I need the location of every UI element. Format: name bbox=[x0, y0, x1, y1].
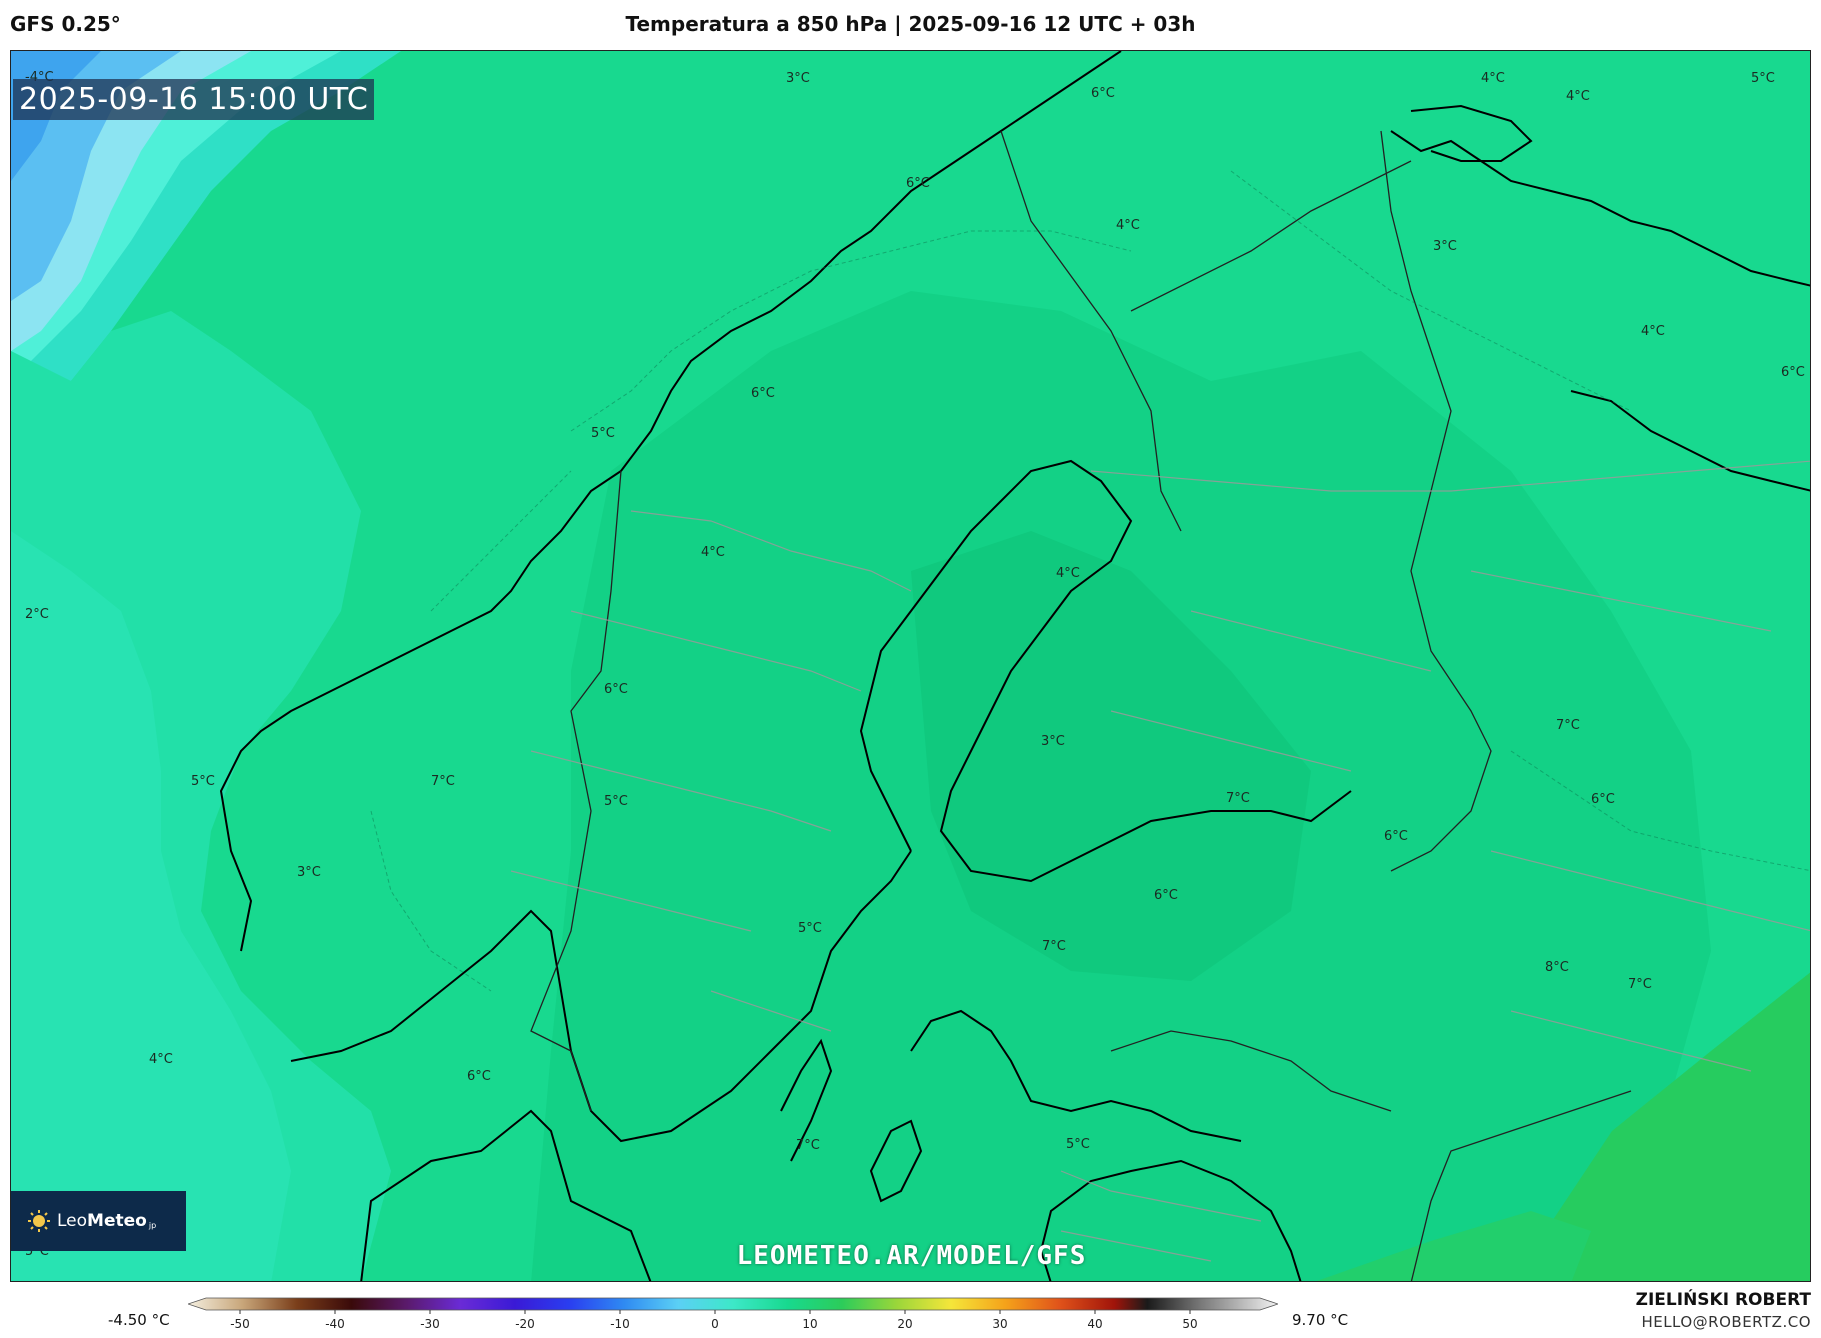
temperature-label: 6°C bbox=[1591, 792, 1615, 807]
colorbar-tick-label: -50 bbox=[230, 1317, 250, 1331]
temperature-map[interactable]: -4°C 3°C 6°C 4°C 4°C 5°C 6°C 4°C 3°C 4°C… bbox=[11, 51, 1811, 1282]
temperature-label: 4°C bbox=[1481, 71, 1505, 86]
temperature-label: 3°C bbox=[786, 71, 810, 86]
watermark-url: LEOMETEO.AR/MODEL/GFS bbox=[736, 1241, 1087, 1271]
temperature-label: 6°C bbox=[906, 176, 930, 191]
author-name: ZIELIŃSKI ROBERT bbox=[1635, 1290, 1811, 1310]
temperature-label: 3°C bbox=[1041, 734, 1065, 749]
temperature-label: 4°C bbox=[1641, 324, 1665, 339]
temperature-label: 5°C bbox=[798, 921, 822, 936]
logo-text-light: Leo bbox=[57, 1211, 88, 1231]
colorbar-tick-label: -30 bbox=[420, 1317, 440, 1331]
temperature-label: 5°C bbox=[1066, 1137, 1090, 1152]
temperature-label: 6°C bbox=[1154, 888, 1178, 903]
temperature-label: 6°C bbox=[604, 682, 628, 697]
temperature-label: 7°C bbox=[1556, 718, 1580, 733]
temperature-label: 7°C bbox=[431, 774, 455, 789]
temperature-label: 5°C bbox=[591, 426, 615, 441]
temperature-label: 7°C bbox=[1226, 791, 1250, 806]
temperature-label: 7°C bbox=[1042, 939, 1066, 954]
temperature-label: 4°C bbox=[1116, 218, 1140, 233]
temperature-label: 6°C bbox=[1384, 829, 1408, 844]
colorbar-ticks: -50 -40 -30 -20 -10 0 10 20 30 40 50 bbox=[230, 1310, 1198, 1331]
temperature-label: 6°C bbox=[467, 1069, 491, 1084]
temperature-label: 8°C bbox=[1545, 960, 1569, 975]
scale-min-value: -4.50 °C bbox=[108, 1311, 170, 1329]
logo-suffix: jp bbox=[148, 1221, 157, 1230]
temperature-label: 7°C bbox=[796, 1138, 820, 1153]
temperature-label: 4°C bbox=[1056, 566, 1080, 581]
map-frame[interactable]: -4°C 3°C 6°C 4°C 4°C 5°C 6°C 4°C 3°C 4°C… bbox=[10, 50, 1811, 1282]
temperature-label: 6°C bbox=[751, 386, 775, 401]
logo-text-bold: Meteo bbox=[87, 1211, 147, 1231]
temperature-label: 4°C bbox=[1566, 89, 1590, 104]
colorbar-tick-label: 40 bbox=[1087, 1317, 1102, 1331]
colorbar-tick-label: 0 bbox=[711, 1317, 719, 1331]
colorbar-tick-label: 50 bbox=[1182, 1317, 1197, 1331]
temperature-label: 2°C bbox=[25, 607, 49, 622]
colorbar-tick-label: -20 bbox=[515, 1317, 535, 1331]
temperature-colorbar: -50 -40 -30 -20 -10 0 10 20 30 40 50 bbox=[188, 1297, 1278, 1331]
logo-text: LeoMeteo jp bbox=[57, 1211, 156, 1231]
temperature-label: 5°C bbox=[604, 794, 628, 809]
map-title: Temperatura a 850 hPa | 2025-09-16 12 UT… bbox=[625, 12, 1196, 36]
temperature-label: 5°C bbox=[1751, 71, 1775, 86]
colorbar-tick-label: -10 bbox=[610, 1317, 630, 1331]
colorbar-tick-label: 10 bbox=[802, 1317, 817, 1331]
author-email[interactable]: HELLO@ROBERTZ.CO bbox=[1641, 1313, 1811, 1331]
temperature-label: 6°C bbox=[1781, 365, 1805, 380]
temperature-label: 5°C bbox=[191, 774, 215, 789]
temperature-label: 3°C bbox=[1433, 239, 1457, 254]
temperature-label: 6°C bbox=[1091, 86, 1115, 101]
colorbar-tick-label: 30 bbox=[992, 1317, 1007, 1331]
temperature-label: 7°C bbox=[1628, 977, 1652, 992]
temperature-label: 3°C bbox=[297, 865, 321, 880]
colorbar-gradient bbox=[188, 1297, 1278, 1311]
temperature-label: 4°C bbox=[701, 545, 725, 560]
temperature-label: 4°C bbox=[149, 1052, 173, 1067]
scale-max-value: 9.70 °C bbox=[1292, 1311, 1349, 1329]
colorbar-tick-label: 20 bbox=[897, 1317, 912, 1331]
colorbar-tick-label: -40 bbox=[325, 1317, 345, 1331]
sun-icon bbox=[27, 1209, 51, 1233]
timestamp: 2025-09-16 15:00 UTC bbox=[13, 79, 375, 120]
